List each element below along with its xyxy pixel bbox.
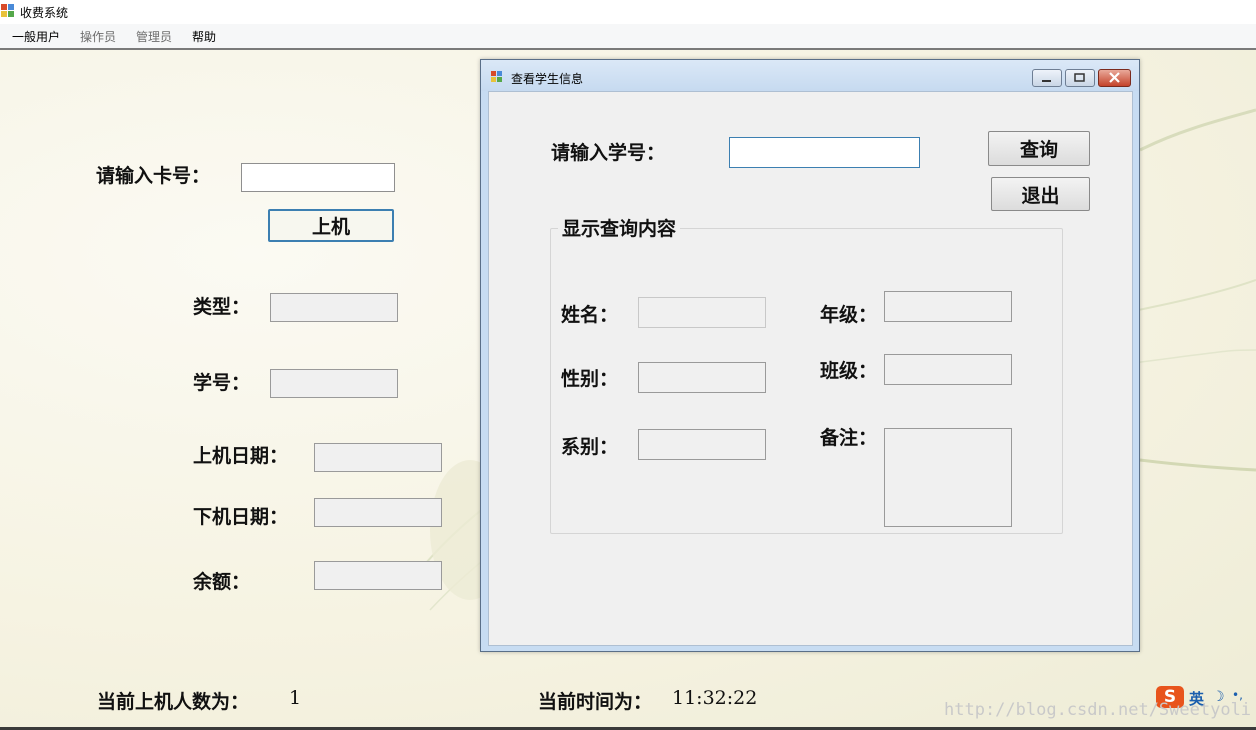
dialog-student-number-field[interactable]	[730, 138, 919, 167]
dialog-title-bar[interactable]: 查看学生信息	[481, 60, 1139, 91]
type-label: 类型：	[193, 296, 251, 318]
online-count-value: 1	[289, 687, 302, 709]
login-date-label: 上机日期：	[193, 445, 289, 467]
class-label: 班级：	[820, 360, 878, 382]
dialog-app-icon	[491, 71, 502, 82]
gender-field[interactable]	[638, 362, 766, 393]
window-title-bar: 收费系统	[0, 0, 1256, 25]
dialog-student-number-input[interactable]	[729, 137, 920, 168]
dialog-client-area: 请输入学号： 查询 退出 显示查询内容 姓名： 性别： 系别： 年级： 班级： …	[488, 91, 1133, 646]
minimize-icon	[1042, 80, 1051, 82]
menu-general-user[interactable]: 一般用户	[12, 28, 60, 45]
remark-label: 备注：	[820, 427, 878, 449]
balance-field[interactable]	[314, 561, 442, 590]
menu-help[interactable]: 帮助	[192, 28, 216, 45]
card-number-input[interactable]	[241, 163, 395, 192]
class-field[interactable]	[884, 354, 1012, 385]
card-number-label: 请输入卡号：	[96, 165, 211, 187]
close-icon	[1109, 72, 1120, 83]
student-info-dialog: 查看学生信息 请输入学号： 查询 退出 显示查询内容 姓名： 性别： 系别： 年…	[480, 59, 1140, 652]
menu-operator[interactable]: 操作员	[80, 28, 116, 45]
grade-label: 年级：	[820, 304, 878, 326]
dialog-student-number-label: 请输入学号：	[551, 142, 666, 164]
query-button[interactable]: 查询	[988, 131, 1090, 166]
exit-button[interactable]: 退出	[991, 177, 1090, 211]
logout-date-label: 下机日期：	[193, 506, 289, 528]
dialog-title: 查看学生信息	[511, 72, 584, 86]
student-number-field[interactable]	[270, 369, 398, 398]
name-field[interactable]	[638, 297, 766, 328]
maximize-button[interactable]	[1065, 69, 1095, 87]
department-label: 系别：	[561, 436, 619, 458]
app-icon	[1, 4, 14, 17]
student-number-label: 学号：	[193, 372, 251, 394]
gender-label: 性别：	[561, 368, 619, 390]
type-field[interactable]	[270, 293, 398, 322]
menu-administrator[interactable]: 管理员	[136, 28, 172, 45]
window-title: 收费系统	[20, 6, 69, 20]
grade-field[interactable]	[884, 291, 1012, 322]
balance-label: 余额：	[193, 571, 251, 593]
login-date-field[interactable]	[314, 443, 442, 472]
maximize-icon	[1074, 73, 1085, 82]
login-button[interactable]: 上机	[268, 209, 394, 242]
current-time-label: 当前时间为：	[538, 691, 653, 713]
logout-date-field[interactable]	[314, 498, 442, 527]
card-number-field[interactable]	[242, 164, 394, 191]
menu-bar: 一般用户 操作员 管理员 帮助	[0, 24, 1256, 50]
query-result-group-title: 显示查询内容	[558, 214, 681, 241]
department-field[interactable]	[638, 429, 766, 460]
close-button[interactable]	[1098, 69, 1131, 87]
online-count-label: 当前上机人数为：	[97, 691, 250, 713]
minimize-button[interactable]	[1032, 69, 1062, 87]
watermark: http://blog.csdn.net/Sweetyoli	[944, 700, 1252, 720]
remark-textarea[interactable]	[884, 428, 1012, 527]
current-time-value: 11:32:22	[672, 687, 758, 709]
name-label: 姓名：	[561, 304, 619, 326]
